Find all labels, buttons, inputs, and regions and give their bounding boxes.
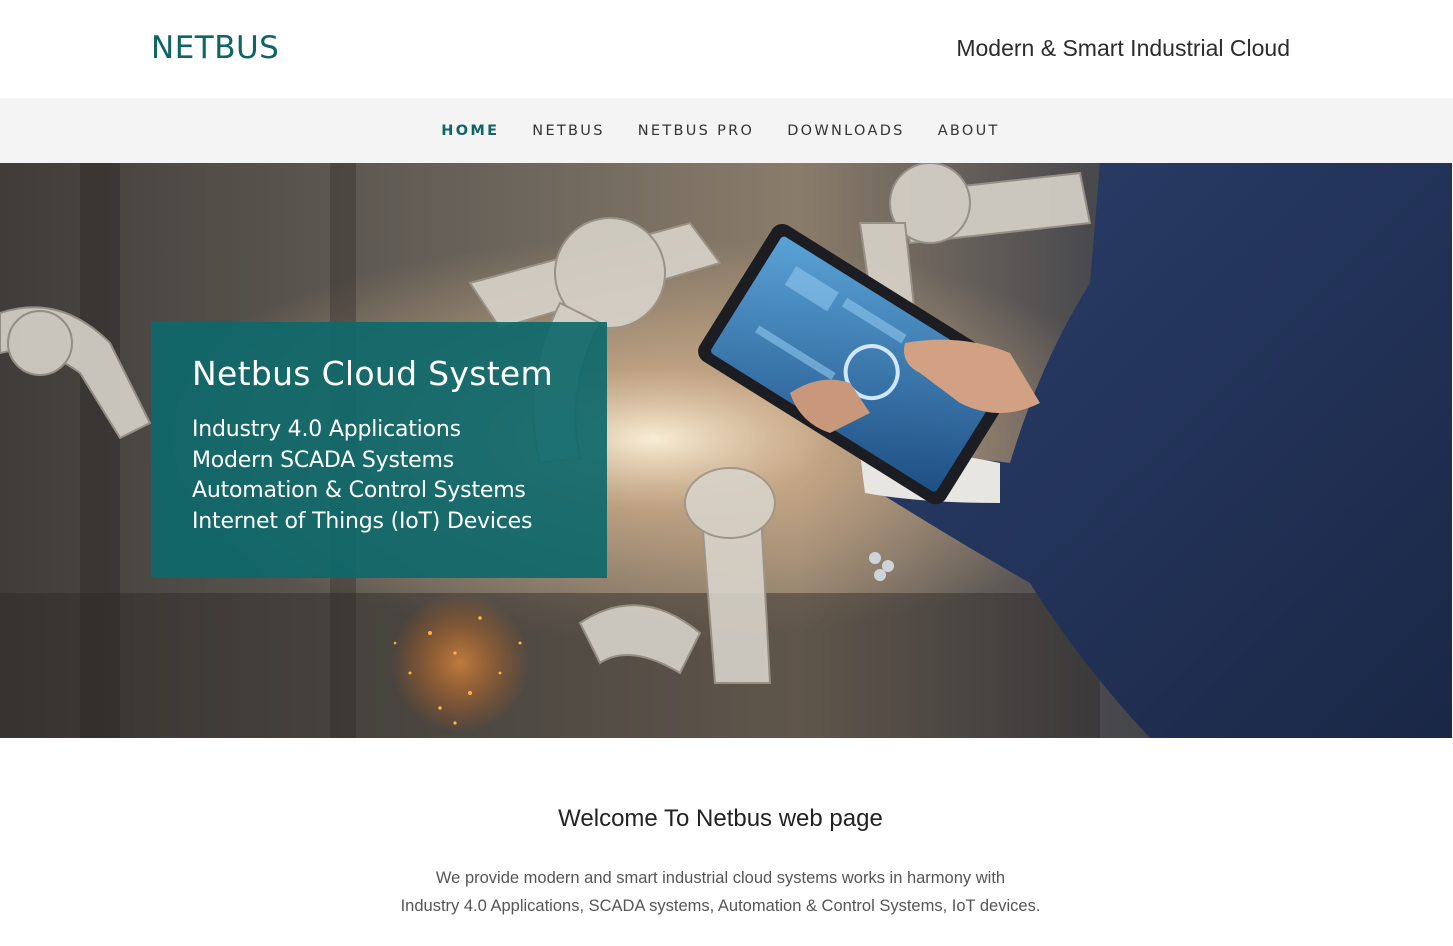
hero-feature-item: Automation & Control Systems	[192, 478, 526, 503]
welcome-text-line: We provide modern and smart industrial c…	[435, 869, 1006, 887]
hero-card: Netbus Cloud System Industry 4.0 Applica…	[151, 322, 607, 578]
main-navigation: HOME NETBUS NETBUS PRO DOWNLOADS ABOUT	[0, 98, 1453, 163]
nav-item-downloads[interactable]: DOWNLOADS	[787, 121, 904, 141]
site-header: NETBUS Modern & Smart Industrial Cloud	[0, 0, 1453, 98]
nav-item-about[interactable]: ABOUT	[938, 121, 1000, 141]
nav-item-home[interactable]: HOME	[441, 121, 499, 141]
hero-feature-item: Modern SCADA Systems	[192, 447, 455, 473]
welcome-title: Welcome To Netbus web page	[558, 805, 883, 832]
site-tagline: Modern & Smart Industrial Cloud	[956, 35, 1290, 61]
hero-feature-list: Industry 4.0 Applications Modern SCADA S…	[192, 415, 587, 537]
hero-feature-item: Industry 4.0 Applications	[192, 417, 461, 442]
welcome-section: Welcome To Netbus web page We provide mo…	[0, 800, 1441, 920]
nav-item-netbus-pro[interactable]: NETBUS PRO	[638, 121, 754, 141]
site-logo[interactable]: NETBUS	[151, 28, 279, 68]
nav-list: HOME NETBUS NETBUS PRO DOWNLOADS ABOUT	[425, 121, 1016, 141]
hero-banner: Netbus Cloud System Industry 4.0 Applica…	[0, 163, 1452, 738]
hero-title: Netbus Cloud System	[192, 354, 553, 393]
welcome-text-line: Industry 4.0 Applications, SCADA systems…	[400, 897, 1041, 915]
nav-item-netbus[interactable]: NETBUS	[532, 121, 604, 141]
hero-feature-item: Internet of Things (IoT) Devices	[192, 508, 533, 534]
welcome-description: We provide modern and smart industrial c…	[0, 864, 1441, 920]
